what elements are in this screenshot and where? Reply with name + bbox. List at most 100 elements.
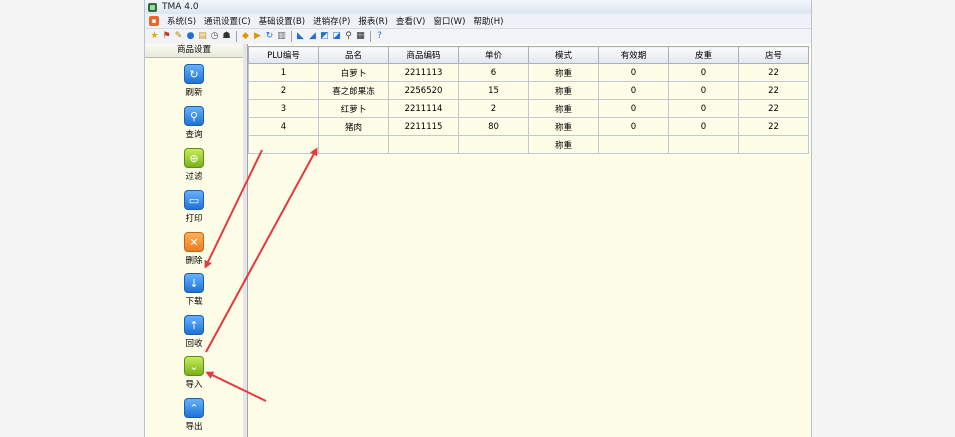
table-cell[interactable]: 2 <box>248 81 319 100</box>
table-cell[interactable]: 0 <box>598 99 669 118</box>
toolbar-separator <box>370 31 371 42</box>
column-header-plu[interactable]: PLU编号 <box>248 46 319 64</box>
table-cell[interactable]: 6 <box>458 63 529 82</box>
table-row-new[interactable]: 称重 <box>248 135 809 154</box>
sidebar-item-import[interactable]: ⌄ 导入 <box>145 356 243 390</box>
table-cell[interactable]: 3 <box>248 99 319 118</box>
diamond-icon[interactable]: ◆ <box>240 31 251 42</box>
table-cell[interactable] <box>248 135 319 154</box>
table-row[interactable]: 4 猪肉 2211115 80 称重 0 0 22 <box>248 117 809 136</box>
table-cell[interactable] <box>458 135 529 154</box>
scale-right-icon[interactable]: ◢ <box>307 31 318 42</box>
globe-icon[interactable]: ● <box>185 31 196 42</box>
sidebar-item-export[interactable]: ⌃ 导出 <box>145 398 243 432</box>
menu-view[interactable]: 查看(V) <box>392 15 429 27</box>
column-header-price[interactable]: 单价 <box>458 46 529 64</box>
sidebar-item-label: 导出 <box>185 422 203 432</box>
table-cell[interactable]: 喜之郎果冻 <box>318 81 389 100</box>
table-cell[interactable]: 0 <box>598 81 669 100</box>
table-cell[interactable]: 0 <box>598 117 669 136</box>
book-icon[interactable]: ▥ <box>276 31 287 42</box>
table-cell[interactable]: 2211114 <box>388 99 459 118</box>
column-header-tare[interactable]: 皮重 <box>668 46 739 64</box>
table-row[interactable]: 3 红萝卜 2211114 2 称重 0 0 22 <box>248 99 809 118</box>
arrow-down-icon[interactable]: ↓ <box>184 273 204 293</box>
table-cell[interactable]: 80 <box>458 117 529 136</box>
table-cell[interactable]: 22 <box>738 117 809 136</box>
double-chevron-up-icon[interactable]: ⌃ <box>184 398 204 418</box>
table-cell[interactable]: 4 <box>248 117 319 136</box>
table-row[interactable]: 1 白萝卜 2211113 6 称重 0 0 22 <box>248 63 809 82</box>
table-cell[interactable]: 称重 <box>528 135 599 154</box>
sidebar-item-print[interactable]: ▭ 打印 <box>145 190 243 224</box>
help-icon[interactable]: ? <box>374 31 385 42</box>
table-row[interactable]: 2 喜之郎果冻 2256520 15 称重 0 0 22 <box>248 81 809 100</box>
play-icon[interactable]: ▶ <box>252 31 263 42</box>
column-header-store[interactable]: 店号 <box>738 46 809 64</box>
column-header-code[interactable]: 商品编码 <box>388 46 459 64</box>
document-icon[interactable]: ▤ <box>197 31 208 42</box>
table-cell[interactable]: 0 <box>668 117 739 136</box>
print-icon[interactable]: ▭ <box>184 190 204 210</box>
sidebar-item-search[interactable]: ⚲ 查询 <box>145 106 243 140</box>
system-menu-icon[interactable]: ▪ <box>149 16 159 26</box>
antenna-icon[interactable]: ⚑ <box>161 31 172 42</box>
star-icon[interactable]: ★ <box>149 31 160 42</box>
table-cell[interactable]: 红萝卜 <box>318 99 389 118</box>
table-cell[interactable]: 2 <box>458 99 529 118</box>
table-cell[interactable] <box>598 135 669 154</box>
table-cell[interactable] <box>738 135 809 154</box>
table-cell[interactable]: 0 <box>598 63 669 82</box>
arrow-up-icon[interactable]: ↑ <box>184 315 204 335</box>
table-cell[interactable]: 22 <box>738 81 809 100</box>
scale-print-icon[interactable]: ◩ <box>319 31 330 42</box>
table-cell[interactable]: 白萝卜 <box>318 63 389 82</box>
sidebar-item-delete[interactable]: ✕ 删除 <box>145 232 243 266</box>
table-cell[interactable]: 22 <box>738 99 809 118</box>
double-chevron-down-icon[interactable]: ⌄ <box>184 356 204 376</box>
menu-basic-settings[interactable]: 基础设置(B) <box>255 15 309 27</box>
menu-reports[interactable]: 报表(R) <box>354 15 392 27</box>
menu-system[interactable]: 系统(S) <box>163 15 200 27</box>
wrench-icon[interactable]: ✎ <box>173 31 184 42</box>
sidebar-item-download[interactable]: ↓ 下载 <box>145 273 243 307</box>
table-cell[interactable]: 猪肉 <box>318 117 389 136</box>
clock-icon[interactable]: ◷ <box>209 31 220 42</box>
table-cell[interactable]: 称重 <box>528 99 599 118</box>
table-cell[interactable] <box>388 135 459 154</box>
table-cell[interactable]: 0 <box>668 99 739 118</box>
scale-blue-icon[interactable]: ◪ <box>331 31 342 42</box>
table-cell[interactable]: 0 <box>668 63 739 82</box>
search-icon[interactable]: ⚲ <box>184 106 204 126</box>
table-cell[interactable]: 称重 <box>528 63 599 82</box>
sidebar-item-recycle[interactable]: ↑ 回收 <box>145 315 243 349</box>
table-cell[interactable] <box>318 135 389 154</box>
column-header-mode[interactable]: 模式 <box>528 46 599 64</box>
globe-filter-icon[interactable]: ⊕ <box>184 148 204 168</box>
people-icon[interactable]: ☗ <box>221 31 232 42</box>
qr-icon[interactable]: ▦ <box>355 31 366 42</box>
refresh-icon[interactable]: ↻ <box>184 64 204 84</box>
menu-inventory[interactable]: 进销存(P) <box>309 15 354 27</box>
sidebar-item-filter[interactable]: ⊕ 过滤 <box>145 148 243 182</box>
table-cell[interactable]: 15 <box>458 81 529 100</box>
menu-window[interactable]: 窗口(W) <box>429 15 469 27</box>
sidebar-item-refresh[interactable]: ↻ 刷新 <box>145 64 243 98</box>
menu-help[interactable]: 帮助(H) <box>469 15 507 27</box>
table-cell[interactable]: 2256520 <box>388 81 459 100</box>
table-cell[interactable]: 22 <box>738 63 809 82</box>
table-cell[interactable]: 2211115 <box>388 117 459 136</box>
table-cell[interactable]: 称重 <box>528 117 599 136</box>
walk-icon[interactable]: ⚲ <box>343 31 354 42</box>
delete-icon[interactable]: ✕ <box>184 232 204 252</box>
table-cell[interactable] <box>668 135 739 154</box>
column-header-name[interactable]: 品名 <box>318 46 389 64</box>
scale-left-icon[interactable]: ◣ <box>295 31 306 42</box>
column-header-shelf-life[interactable]: 有效期 <box>598 46 669 64</box>
menu-communication[interactable]: 通讯设置(C) <box>200 15 255 27</box>
table-cell[interactable]: 2211113 <box>388 63 459 82</box>
table-cell[interactable]: 1 <box>248 63 319 82</box>
refresh-icon[interactable]: ↻ <box>264 31 275 42</box>
table-cell[interactable]: 0 <box>668 81 739 100</box>
table-cell[interactable]: 称重 <box>528 81 599 100</box>
